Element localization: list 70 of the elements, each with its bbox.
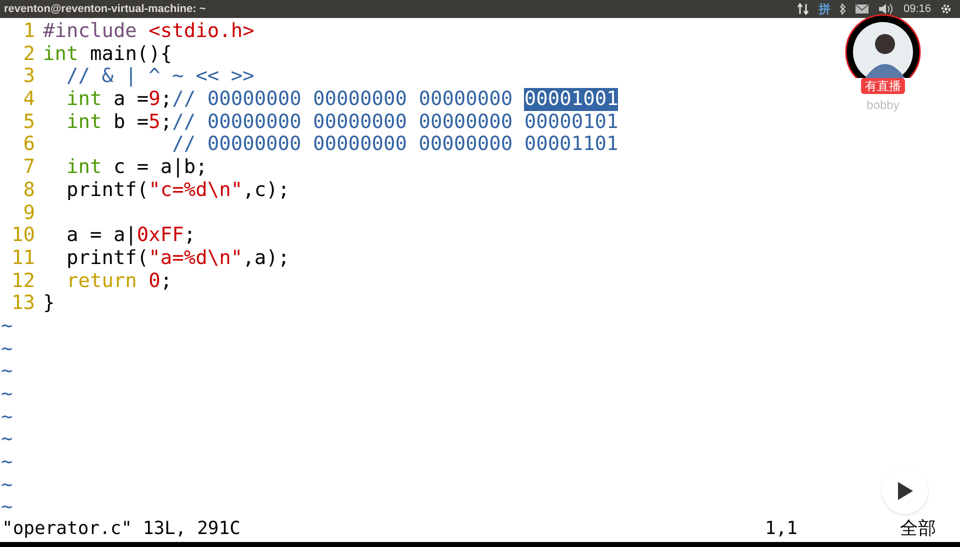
code-token: int [65, 156, 102, 179]
code-token: int [65, 110, 102, 134]
volume-icon[interactable] [878, 3, 894, 15]
line-number: 7 [22, 156, 35, 179]
scroll-indicator: 全部 [900, 516, 936, 540]
empty-line-marker: ~ [1, 404, 13, 428]
code-token: ; [160, 270, 172, 292]
username: bobby [866, 97, 900, 114]
line-number: 13 [10, 292, 35, 315]
code-token: ; [184, 224, 196, 247]
empty-line-marker: ~ [1, 495, 13, 518]
code-token: "a=%d\n" [148, 246, 243, 270]
line-number: 9 [22, 202, 35, 224]
code-token: #include [43, 20, 138, 43]
line-number: 11 [10, 246, 35, 270]
code-token: int [65, 88, 102, 111]
code-token: 9 [148, 88, 160, 111]
clock[interactable]: 09:16 [903, 0, 931, 18]
code-token: ; [160, 88, 172, 111]
code-token: ,c); [242, 178, 290, 202]
empty-line-marker: ~ [1, 336, 13, 360]
code-token: // 00000000 00000000 00000000 00000101 [172, 110, 618, 134]
empty-line-marker: ~ [1, 450, 13, 474]
code-token: // 00000000 00000000 00000000 00001101 [171, 133, 618, 156]
code-token: c = a|b; [112, 156, 208, 179]
line-number: 4 [22, 88, 35, 111]
code-token: ,a); [242, 246, 290, 270]
mail-icon[interactable] [855, 4, 870, 14]
network-arrows-icon[interactable] [797, 3, 810, 15]
code-token: a = a| [65, 224, 137, 247]
empty-line-marker: ~ [1, 382, 13, 405]
play-icon [896, 481, 914, 501]
input-method-indicator[interactable]: 拼 [818, 0, 830, 18]
live-badge[interactable]: 有直播 [861, 78, 905, 94]
status-message: "operator.c" 13L, 291C [1, 516, 240, 540]
empty-line-marker: ~ [1, 359, 13, 382]
line-number: 6 [22, 133, 35, 156]
empty-line-marker: ~ [1, 427, 13, 450]
line-number: 5 [22, 110, 35, 134]
code-token: printf( [65, 246, 149, 270]
line-number: 8 [22, 178, 35, 202]
line-number: 10 [10, 224, 35, 247]
code-token: int [43, 42, 78, 66]
avatar[interactable] [845, 14, 921, 78]
bluetooth-icon[interactable] [839, 3, 846, 15]
code-token: // & | ^ ~ << >> [65, 65, 254, 88]
code-token: printf( [65, 178, 149, 202]
empty-line-marker: ~ [1, 472, 13, 496]
code-token: return [65, 270, 138, 292]
code-token: 5 [148, 110, 160, 134]
code-token: } [43, 292, 55, 315]
code-token: 0 [148, 270, 160, 292]
code-token: b = [112, 110, 149, 134]
code-token: main(){ [88, 42, 172, 66]
selected-text: 00001001 [524, 88, 618, 111]
line-number: 12 [10, 270, 35, 292]
line-number: 2 [22, 42, 35, 66]
code-token: a = [112, 88, 149, 111]
cursor-position: 1,1 [765, 516, 798, 540]
code-token: "c=%d\n" [148, 178, 243, 202]
play-button[interactable] [882, 468, 928, 514]
code-token: <stdio.h> [148, 20, 254, 43]
line-number: 3 [22, 65, 35, 88]
code-token: 0xFF [136, 224, 184, 247]
line-number: 1 [22, 20, 35, 43]
window-title: reventon@reventon-virtual-machine: ~ [4, 2, 206, 17]
code-token: // 00000000 00000000 00000000 [172, 88, 514, 111]
empty-line-marker: ~ [1, 314, 13, 337]
gear-icon[interactable] [940, 3, 952, 15]
code-token: ; [160, 110, 172, 134]
